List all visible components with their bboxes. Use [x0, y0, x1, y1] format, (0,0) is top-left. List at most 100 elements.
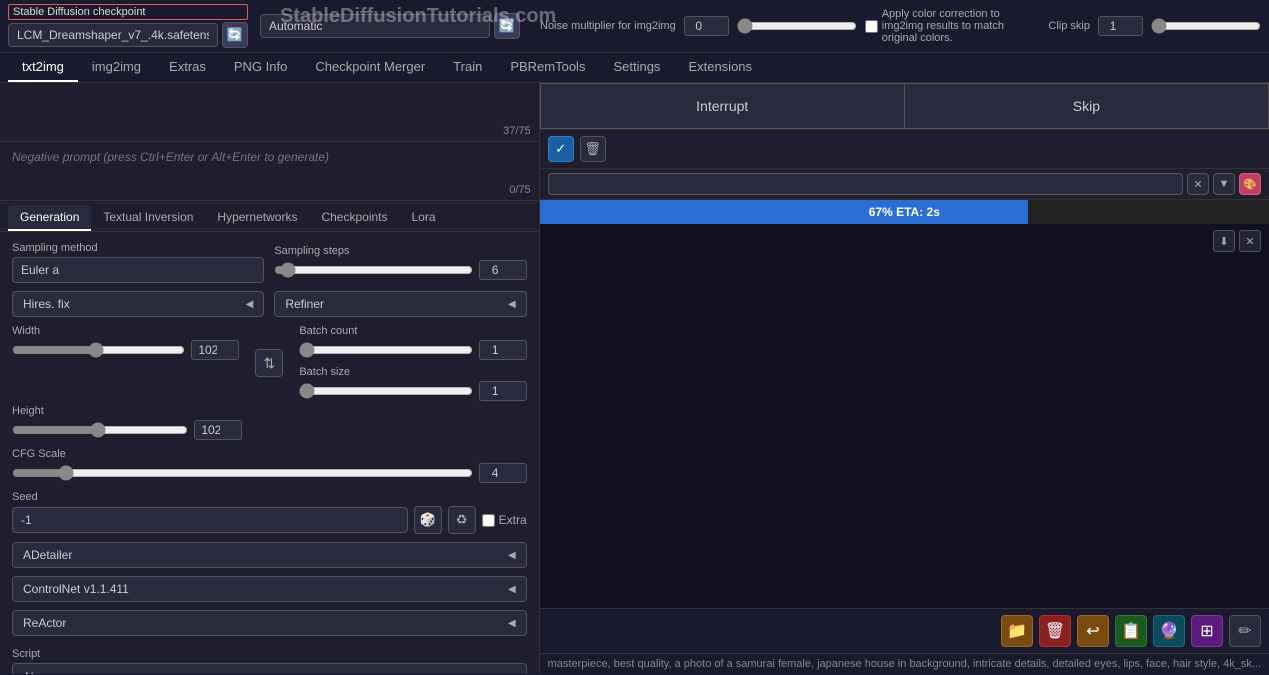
height-slider[interactable] [12, 422, 188, 438]
color-input[interactable] [548, 173, 1183, 195]
noise-label: Noise multiplier for img2img [540, 20, 676, 32]
seed-input[interactable] [12, 507, 408, 533]
clip-section: Clip skip [1048, 16, 1261, 36]
color-clear-btn[interactable]: ✕ [1187, 173, 1209, 195]
edit-btn[interactable]: ✏ [1229, 615, 1261, 647]
bottom-toolbar: 📁 🗑 ↩ 📋 🔮 ⊞ ✏ [540, 608, 1269, 653]
magic-btn[interactable]: 🔮 [1153, 615, 1185, 647]
batch-count-value[interactable] [479, 340, 527, 360]
refiner-btn[interactable]: Refiner ◀ [274, 291, 526, 317]
gen-tab-checkpoints[interactable]: Checkpoints [309, 205, 399, 231]
batch-size-row: Batch size [299, 366, 526, 401]
gen-tab-lora[interactable]: Lora [400, 205, 448, 231]
canvas-download-btn[interactable]: ⬇ [1213, 230, 1235, 252]
delete-btn[interactable]: 🗑 [1039, 615, 1071, 647]
color-down-btn[interactable]: ▼ [1213, 173, 1235, 195]
tab-train[interactable]: Train [439, 53, 496, 82]
seed-dice-btn[interactable]: 🎲 [414, 506, 442, 534]
refiner-chevron: ◀ [508, 299, 516, 310]
height-value[interactable] [194, 420, 242, 440]
batch-size-slider[interactable] [299, 383, 472, 399]
dimensions-row: Width ⇅ Batch count [12, 325, 527, 401]
tab-png-info[interactable]: PNG Info [220, 53, 301, 82]
hires-fix-btn[interactable]: Hires. fix ◀ [12, 291, 264, 317]
tab-txt2img[interactable]: txt2img [8, 53, 78, 82]
tab-extras[interactable]: Extras [155, 53, 220, 82]
vae-refresh-btn[interactable]: 🔄 [494, 13, 520, 39]
action-buttons: Interrupt Skip [540, 83, 1269, 130]
interrupt-button[interactable]: Interrupt [540, 83, 904, 129]
width-value[interactable] [191, 340, 239, 360]
neg-prompt-textarea[interactable] [0, 142, 539, 197]
seed-recycle-btn[interactable]: ♻ [448, 506, 476, 534]
grid-btn[interactable]: ⊞ [1191, 615, 1223, 647]
right-panel: Interrupt Skip ✓ 🗑 ✕ ▼ 🎨 67% ETA: 2s ⬇ [540, 83, 1269, 674]
skip-button[interactable]: Skip [904, 83, 1269, 129]
cfg-value[interactable] [479, 463, 527, 483]
swap-dimensions-btn[interactable]: ⇅ [255, 349, 283, 377]
sampling-steps-slider[interactable] [274, 262, 472, 278]
neg-prompt-box: 0/75 [0, 142, 539, 201]
clip-label: Clip skip [1048, 20, 1090, 32]
noise-slider[interactable] [737, 18, 857, 34]
batch-count-slider-row [299, 340, 526, 360]
checkpoint-refresh-btn[interactable]: 🔄 [222, 22, 248, 48]
gen-tab-generation[interactable]: Generation [8, 205, 91, 231]
content-area: 37/75 0/75 Generation Textual Inversion … [0, 83, 1269, 674]
width-col: Width [12, 325, 239, 360]
controlnet-btn[interactable]: ControlNet v1.1.411 ◀ [12, 576, 527, 602]
reactor-btn[interactable]: ReActor ◀ [12, 610, 527, 636]
batch-size-value[interactable] [479, 381, 527, 401]
sampling-method-label: Sampling method [12, 242, 264, 254]
copy-btn[interactable]: 📋 [1115, 615, 1147, 647]
checkpoint-select[interactable]: LCM_Dreamshaper_v7_.4k.safetensors [84fe… [8, 23, 218, 47]
prompt-textarea[interactable] [0, 83, 539, 138]
sampling-steps-col: Sampling steps [274, 245, 526, 280]
controlnet-label: ControlNet v1.1.411 [23, 582, 129, 596]
undo-btn[interactable]: ↩ [1077, 615, 1109, 647]
cfg-slider-row [12, 463, 527, 483]
height-col: Height [12, 405, 242, 440]
height-slider-row [12, 420, 242, 440]
gen-tab-hypernetworks[interactable]: Hypernetworks [205, 205, 309, 231]
seed-label: Seed [12, 491, 527, 503]
canvas-controls: ⬇ ✕ [1213, 230, 1261, 252]
tab-checkpoint-merger[interactable]: Checkpoint Merger [301, 53, 439, 82]
check-icon-btn[interactable]: ✓ [548, 136, 574, 162]
image-canvas: 67% ETA: 2s ⬇ ✕ [540, 200, 1269, 608]
tab-pbremtools[interactable]: PBRemTools [496, 53, 599, 82]
color-pick-btn[interactable]: 🎨 [1239, 173, 1261, 195]
batch-count-row: Batch count [299, 325, 526, 360]
vae-section: Automatic 🔄 [260, 13, 520, 39]
trash-icon-btn[interactable]: 🗑 [580, 136, 606, 162]
reactor-label: ReActor [23, 616, 66, 630]
script-select[interactable]: None [12, 663, 527, 674]
clip-slider[interactable] [1151, 18, 1261, 34]
open-folder-btn[interactable]: 📁 [1001, 615, 1033, 647]
left-panel: 37/75 0/75 Generation Textual Inversion … [0, 83, 540, 674]
canvas-close-btn[interactable]: ✕ [1239, 230, 1261, 252]
cfg-slider[interactable] [12, 465, 473, 481]
color-correct-checkbox[interactable] [865, 20, 878, 33]
sampling-row: Sampling method Euler a Sampling steps [12, 242, 527, 283]
progress-bar-container: 67% ETA: 2s [540, 200, 1269, 224]
width-label: Width [12, 325, 239, 337]
height-row: Height [12, 405, 527, 440]
clip-input[interactable] [1098, 16, 1143, 36]
tab-extensions[interactable]: Extensions [674, 53, 766, 82]
color-correct-check[interactable]: Apply color correction to img2img result… [865, 8, 1033, 44]
sampling-steps-value[interactable] [479, 260, 527, 280]
batch-count-slider[interactable] [299, 342, 472, 358]
extra-checkbox[interactable] [482, 514, 495, 527]
width-slider[interactable] [12, 342, 185, 358]
adetailer-btn[interactable]: ADetailer ◀ [12, 542, 527, 568]
vae-select[interactable]: Automatic [260, 14, 490, 38]
tab-settings[interactable]: Settings [599, 53, 674, 82]
batch-count-label: Batch count [299, 325, 526, 337]
noise-input[interactable] [684, 16, 729, 36]
tab-img2img[interactable]: img2img [78, 53, 155, 82]
gen-tab-textual-inversion[interactable]: Textual Inversion [91, 205, 205, 231]
cfg-row: CFG Scale [12, 448, 527, 483]
refiner-label: Refiner [285, 297, 324, 311]
sampling-method-select[interactable]: Euler a [12, 257, 264, 283]
